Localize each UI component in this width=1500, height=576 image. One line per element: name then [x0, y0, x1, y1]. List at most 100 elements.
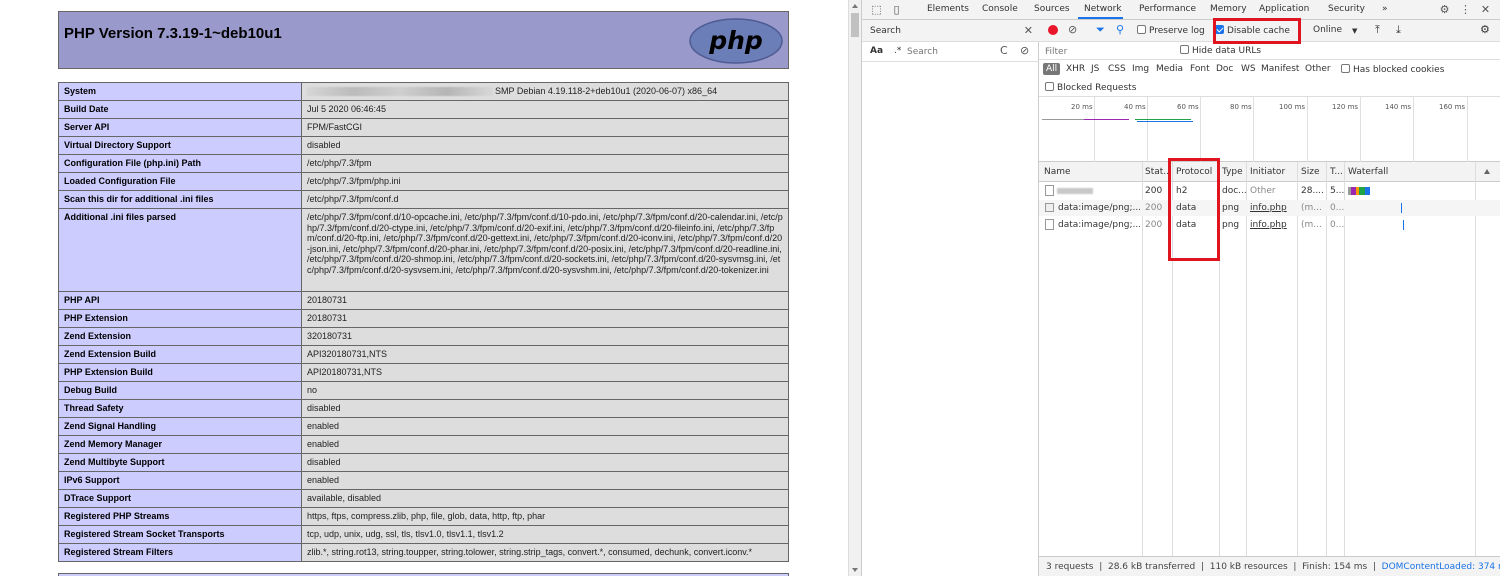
regex-icon[interactable]: .*	[894, 46, 901, 56]
info-key: Server API	[58, 118, 302, 137]
info-key: PHP Extension	[58, 309, 302, 328]
col-size[interactable]: Size	[1301, 167, 1319, 177]
throttle-caret-icon[interactable]: ▼	[1352, 27, 1357, 35]
import-har-icon[interactable]: ⤒	[1375, 23, 1380, 37]
info-row: PHP Extension 20180731	[58, 309, 789, 328]
request-row[interactable]: data:image/png;... 200 data png info.php…	[1039, 200, 1500, 216]
inspect-element-icon[interactable]: ⬚	[870, 3, 883, 16]
tab-network[interactable]: Network	[1084, 4, 1122, 14]
type-filter-xhr[interactable]: XHR	[1066, 64, 1085, 74]
checkbox-checked-icon[interactable]	[1215, 25, 1224, 34]
tab-console[interactable]: Console	[982, 4, 1018, 14]
filter-input[interactable]	[1045, 45, 1165, 58]
has-blocked-cookies-checkbox[interactable]: Has blocked cookies	[1341, 64, 1444, 75]
clear-log-icon[interactable]: ⊘	[1068, 23, 1077, 36]
type-filter-css[interactable]: CSS	[1108, 64, 1126, 74]
tab-sources[interactable]: Sources	[1034, 4, 1070, 14]
info-key: Thread Safety	[58, 399, 302, 418]
filter-icon[interactable]: ⏷	[1096, 23, 1105, 37]
tab-security[interactable]: Security	[1328, 4, 1365, 14]
tab-elements[interactable]: Elements	[927, 4, 969, 14]
checkbox-icon[interactable]	[1137, 25, 1146, 34]
info-value: zlib.*, string.rot13, string.toupper, st…	[301, 543, 789, 562]
type-filter-ws[interactable]: WS	[1241, 64, 1256, 74]
type-filter-js[interactable]: JS	[1091, 64, 1099, 74]
sort-ascending-icon[interactable]	[1484, 169, 1490, 174]
tab-application[interactable]: Application	[1259, 4, 1309, 14]
network-pane: ⊘ ⏷ ⚲ Preserve log Disable cache Online …	[1039, 20, 1500, 576]
timeline-gridline	[1413, 97, 1414, 162]
kebab-menu-icon[interactable]: ⋮	[1459, 3, 1472, 16]
refresh-icon[interactable]: C	[1000, 44, 1008, 57]
request-type: doc...	[1222, 186, 1246, 196]
settings-icon[interactable]: ⚙	[1438, 3, 1451, 16]
request-protocol: data	[1176, 203, 1197, 213]
search-title: Search	[870, 26, 901, 36]
type-filter-img[interactable]: Img	[1132, 64, 1149, 74]
type-filter-doc[interactable]: Doc	[1216, 64, 1233, 74]
status-requests: 3 requests	[1046, 562, 1094, 572]
info-value: /etc/php/7.3/fpm	[301, 154, 789, 173]
clear-icon[interactable]: ⊘	[1020, 44, 1029, 57]
hide-data-urls-checkbox[interactable]: Hide data URLs	[1180, 45, 1261, 56]
device-toolbar-icon[interactable]: ▯	[890, 3, 903, 16]
col-initiator[interactable]: Initiator	[1250, 167, 1285, 177]
php-info-table: System SMP Debian 4.19.118-2+deb10u1 (202…	[58, 82, 789, 562]
request-initiator-link[interactable]: info.php	[1250, 220, 1287, 230]
request-row[interactable]: 200 h2 doc... Other 28.... 5...	[1039, 183, 1500, 199]
request-status: 200	[1145, 186, 1163, 196]
search-icon[interactable]: ⚲	[1116, 23, 1124, 36]
waterfall-segment	[1401, 203, 1402, 213]
scroll-thumb[interactable]	[851, 13, 859, 37]
info-value-text: SMP Debian 4.19.118-2+deb10u1 (2020-06-0…	[495, 86, 718, 96]
export-har-icon[interactable]: ⤓	[1396, 23, 1401, 37]
info-key: Zend Signal Handling	[58, 417, 302, 436]
request-initiator-link[interactable]: info.php	[1250, 203, 1287, 213]
type-filter-other[interactable]: Other	[1305, 64, 1331, 74]
match-case-icon[interactable]: Aa	[870, 46, 883, 56]
info-row: PHP API 20180731	[58, 291, 789, 310]
info-key: Registered Stream Filters	[58, 543, 302, 562]
type-filter-media[interactable]: Media	[1156, 64, 1183, 74]
checkbox-icon[interactable]	[1045, 82, 1054, 91]
blocked-requests-checkbox[interactable]: Blocked Requests	[1045, 82, 1136, 93]
checkbox-icon[interactable]	[1180, 45, 1189, 54]
col-time[interactable]: T...	[1330, 167, 1343, 177]
network-settings-icon[interactable]: ⚙	[1480, 23, 1490, 36]
tab-performance[interactable]: Performance	[1139, 4, 1196, 14]
col-protocol[interactable]: Protocol	[1176, 167, 1212, 177]
col-name[interactable]: Name	[1044, 167, 1071, 177]
request-size: (m...	[1301, 203, 1322, 213]
throttle-select[interactable]: Online	[1313, 25, 1342, 35]
php-header: PHP Version 7.3.19-1~deb10u1 php	[58, 11, 789, 69]
col-waterfall[interactable]: Waterfall	[1348, 167, 1388, 177]
type-filter-font[interactable]: Font	[1190, 64, 1210, 74]
page-scrollbar[interactable]	[848, 0, 861, 576]
overview-timeline[interactable]: 20 ms 40 ms 60 ms 80 ms 100 ms 120 ms 14…	[1039, 97, 1500, 162]
info-row: Registered Stream Socket Transports tcp, …	[58, 525, 789, 544]
request-name: data:image/png;...	[1058, 203, 1140, 213]
info-key: System	[58, 82, 302, 101]
info-row: Registered Stream Filters zlib.*, string.…	[58, 543, 789, 562]
more-tabs-icon[interactable]: »	[1382, 4, 1388, 14]
record-icon[interactable]	[1048, 25, 1058, 35]
timeline-tick: 60 ms	[1177, 103, 1199, 111]
close-icon[interactable]: ✕	[1024, 24, 1033, 37]
blocked-requests-label: Blocked Requests	[1057, 83, 1137, 93]
checkbox-icon[interactable]	[1341, 64, 1350, 73]
disable-cache-checkbox[interactable]: Disable cache	[1215, 25, 1290, 36]
preserve-log-checkbox[interactable]: Preserve log	[1137, 25, 1205, 36]
search-input[interactable]	[907, 45, 992, 59]
timeline-gridline	[1253, 97, 1254, 162]
request-row[interactable]: data:image/png;... 200 data png info.php…	[1039, 217, 1500, 233]
search-pane: Search ✕ Aa .* C ⊘	[862, 20, 1039, 576]
tab-memory[interactable]: Memory	[1210, 4, 1247, 14]
timeline-tick: 140 ms	[1385, 103, 1412, 111]
col-type[interactable]: Type	[1222, 167, 1243, 177]
scroll-down-icon[interactable]	[852, 568, 858, 572]
scroll-up-icon[interactable]	[852, 4, 858, 8]
col-status[interactable]: Stat...	[1145, 167, 1172, 177]
close-devtools-icon[interactable]: ✕	[1479, 3, 1492, 16]
type-filter-manifest[interactable]: Manifest	[1261, 64, 1299, 74]
type-filter-all[interactable]: All	[1043, 63, 1061, 75]
